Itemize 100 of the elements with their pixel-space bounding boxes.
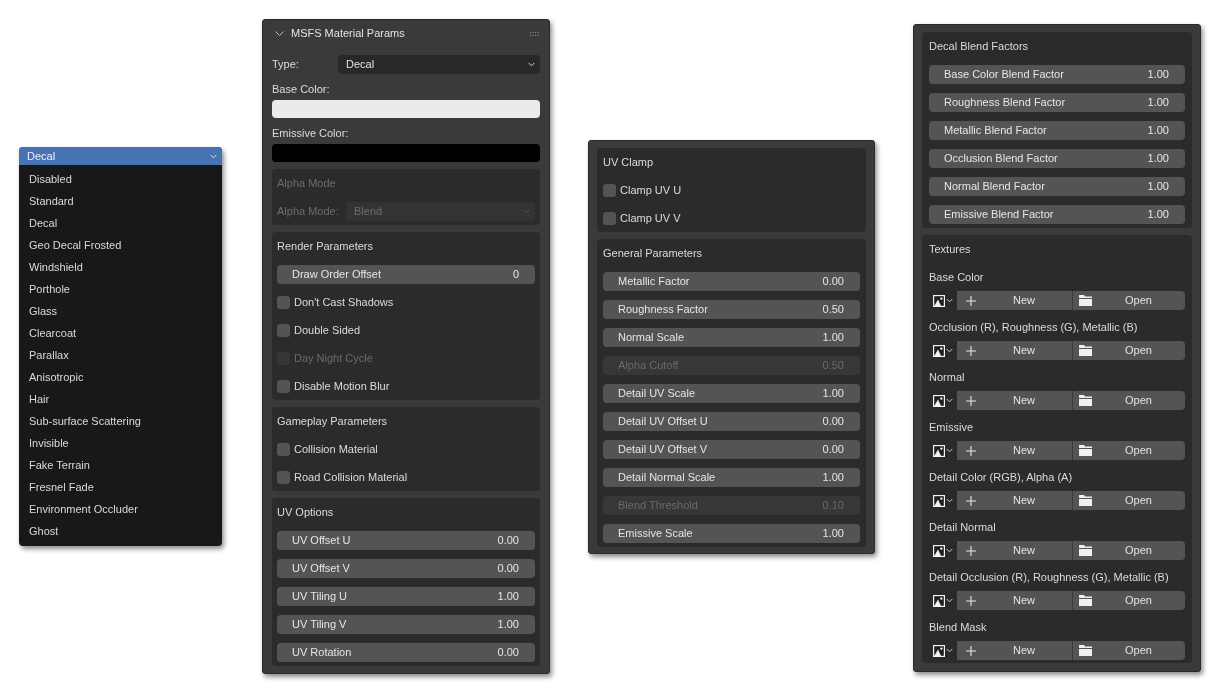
plus-icon <box>966 495 976 506</box>
open-button[interactable]: Open <box>1073 391 1185 410</box>
number-field[interactable]: Base Color Blend Factor 1.00 <box>929 64 1185 84</box>
menu-item[interactable]: Invisible <box>19 432 222 454</box>
open-button[interactable]: Open <box>1073 541 1185 560</box>
texture-label: Occlusion (R), Roughness (G), Metallic (B) <box>929 321 1138 333</box>
open-button[interactable]: Open <box>1073 291 1185 310</box>
number-field[interactable]: Roughness Blend Factor 1.00 <box>929 92 1185 112</box>
folder-icon <box>1079 395 1092 406</box>
number-field[interactable]: UV Tiling V 1.00 <box>277 614 535 634</box>
new-button[interactable]: New <box>957 641 1073 660</box>
number-field[interactable]: Detail UV Offset U 0.00 <box>603 411 860 431</box>
menu-item[interactable]: Geo Decal Frosted <box>19 234 222 256</box>
menu-item[interactable]: Standard <box>19 190 222 212</box>
menu-item[interactable]: Glass <box>19 300 222 322</box>
number-field[interactable]: Emissive Blend Factor 1.00 <box>929 204 1185 224</box>
number-field[interactable]: Normal Blend Factor 1.00 <box>929 176 1185 196</box>
number-field[interactable]: UV Tiling U 1.00 <box>277 586 535 606</box>
open-button[interactable]: Open <box>1073 441 1185 460</box>
number-field[interactable]: Draw Order Offset 0 <box>277 264 535 284</box>
caret-icon <box>946 498 953 503</box>
checkbox-label[interactable]: Clamp UV U <box>620 184 682 196</box>
menu-item[interactable]: Fake Terrain <box>19 454 222 476</box>
section-title: General Parameters <box>603 247 703 259</box>
checkbox-label[interactable]: Clamp UV V <box>620 212 681 224</box>
checkbox[interactable] <box>603 211 616 225</box>
section-title: Gameplay Parameters <box>277 415 388 427</box>
menu-item[interactable]: Porthole <box>19 278 222 300</box>
checkbox[interactable] <box>277 323 290 337</box>
open-button[interactable]: Open <box>1073 591 1185 610</box>
checkbox[interactable] <box>277 442 290 456</box>
caret-icon <box>946 598 953 603</box>
field-label: Base Color: <box>272 83 330 95</box>
plus-icon <box>966 345 976 356</box>
image-icon <box>933 494 945 507</box>
checkbox-label[interactable]: Disable Motion Blur <box>294 380 390 392</box>
number-field[interactable]: Metallic Blend Factor 1.00 <box>929 120 1185 140</box>
select-field[interactable]: Decal <box>338 55 540 74</box>
section-title: UV Options <box>277 506 334 518</box>
menu-item[interactable]: Clearcoat <box>19 322 222 344</box>
number-field[interactable]: Roughness Factor 0.50 <box>603 299 860 319</box>
new-button[interactable]: New <box>957 391 1073 410</box>
open-button[interactable]: Open <box>1073 341 1185 360</box>
checkbox[interactable] <box>277 295 290 309</box>
number-field[interactable]: Detail UV Scale 1.00 <box>603 383 860 403</box>
color-swatch[interactable] <box>272 100 540 118</box>
new-button[interactable]: New <box>957 291 1073 310</box>
menu-item[interactable]: Windshield <box>19 256 222 278</box>
field-label: Alpha Mode: <box>277 205 340 217</box>
number-field[interactable]: Emissive Scale 1.00 <box>603 523 860 543</box>
section-title: UV Clamp <box>603 156 654 168</box>
folder-icon <box>1079 495 1092 506</box>
menu-item[interactable]: Anisotropic <box>19 366 222 388</box>
number-field[interactable]: Detail UV Offset V 0.00 <box>603 439 860 459</box>
new-button[interactable]: New <box>957 591 1073 610</box>
image-icon <box>933 544 945 557</box>
menu-item[interactable]: Sub-surface Scattering <box>19 410 222 432</box>
menu-item[interactable]: Fresnel Fade <box>19 476 222 498</box>
section-title: Textures <box>929 243 971 255</box>
menu-current-value[interactable]: Decal <box>19 147 222 165</box>
color-swatch[interactable] <box>272 144 540 162</box>
open-button[interactable]: Open <box>1073 641 1185 660</box>
image-icon <box>933 644 945 657</box>
menu-item[interactable]: Parallax <box>19 344 222 366</box>
open-button[interactable]: Open <box>1073 491 1185 510</box>
menu-item[interactable]: Disabled <box>19 168 222 190</box>
checkbox-label[interactable]: Collision Material <box>294 443 378 455</box>
new-button[interactable]: New <box>957 491 1073 510</box>
menu-item[interactable]: Environment Occluder <box>19 498 222 520</box>
caret-icon <box>210 153 217 159</box>
section-title: Alpha Mode <box>277 177 336 189</box>
checkbox-label[interactable]: Road Collision Material <box>294 471 408 483</box>
number-field[interactable]: Normal Scale 1.00 <box>603 327 860 347</box>
caret-icon <box>946 648 953 653</box>
caret-icon <box>946 398 953 403</box>
number-field[interactable]: UV Offset V 0.00 <box>277 558 535 578</box>
checkbox-label[interactable]: Double Sided <box>294 324 361 336</box>
checkbox[interactable] <box>277 470 290 484</box>
new-button[interactable]: New <box>957 541 1073 560</box>
number-field[interactable]: Occlusion Blend Factor 1.00 <box>929 148 1185 168</box>
new-button[interactable]: New <box>957 441 1073 460</box>
new-button[interactable]: New <box>957 341 1073 360</box>
number-field[interactable]: Metallic Factor 0.00 <box>603 271 860 291</box>
menu-item[interactable]: Hair <box>19 388 222 410</box>
texture-label: Normal <box>929 371 965 383</box>
menu-item[interactable]: Decal <box>19 212 222 234</box>
number-field[interactable]: UV Rotation 0.00 <box>277 642 535 662</box>
folder-icon <box>1079 295 1092 306</box>
plus-icon <box>966 545 976 556</box>
caret-icon <box>528 62 535 67</box>
plus-icon <box>966 395 976 406</box>
section-title: Render Parameters <box>277 240 373 252</box>
menu-item[interactable]: Ghost <box>19 520 222 542</box>
checkbox[interactable] <box>603 183 616 197</box>
number-field[interactable]: Detail Normal Scale 1.00 <box>603 467 860 487</box>
drag-handle-icon[interactable] <box>530 31 539 36</box>
checkbox-label[interactable]: Don't Cast Shadows <box>294 296 394 308</box>
chevron-down-icon[interactable] <box>275 31 284 36</box>
number-field[interactable]: UV Offset U 0.00 <box>277 530 535 550</box>
checkbox[interactable] <box>277 379 290 393</box>
